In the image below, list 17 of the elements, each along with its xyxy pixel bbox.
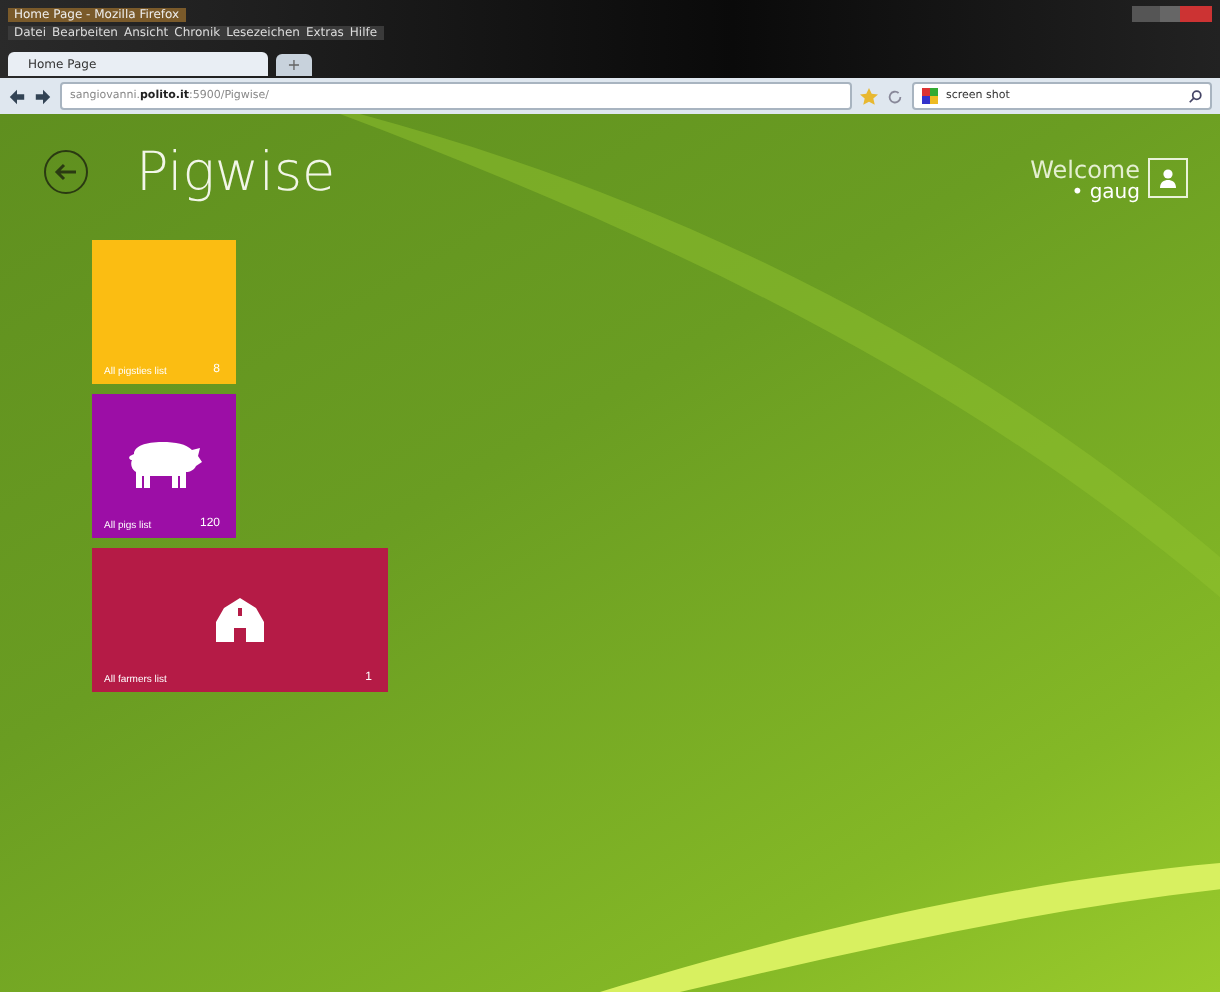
back-button[interactable] [44, 150, 88, 194]
welcome-label: Welcome [1030, 158, 1140, 182]
star-icon[interactable] [860, 87, 878, 105]
pig-icon [126, 438, 202, 494]
app-title: Pigwise [136, 142, 338, 204]
user-name: • gaug [1071, 182, 1140, 204]
barn-icon [216, 598, 264, 642]
back-arrow-icon [54, 162, 78, 182]
user-icon [1158, 168, 1178, 188]
back-icon[interactable] [8, 87, 26, 105]
new-tab-button[interactable]: + [276, 54, 312, 76]
window-controls-icon[interactable] [1132, 5, 1212, 23]
search-engine-icon[interactable] [922, 88, 938, 104]
user-button[interactable] [1148, 158, 1188, 198]
forward-icon[interactable] [34, 87, 52, 105]
search-icon[interactable] [1188, 89, 1202, 103]
reload-icon[interactable] [886, 87, 904, 105]
